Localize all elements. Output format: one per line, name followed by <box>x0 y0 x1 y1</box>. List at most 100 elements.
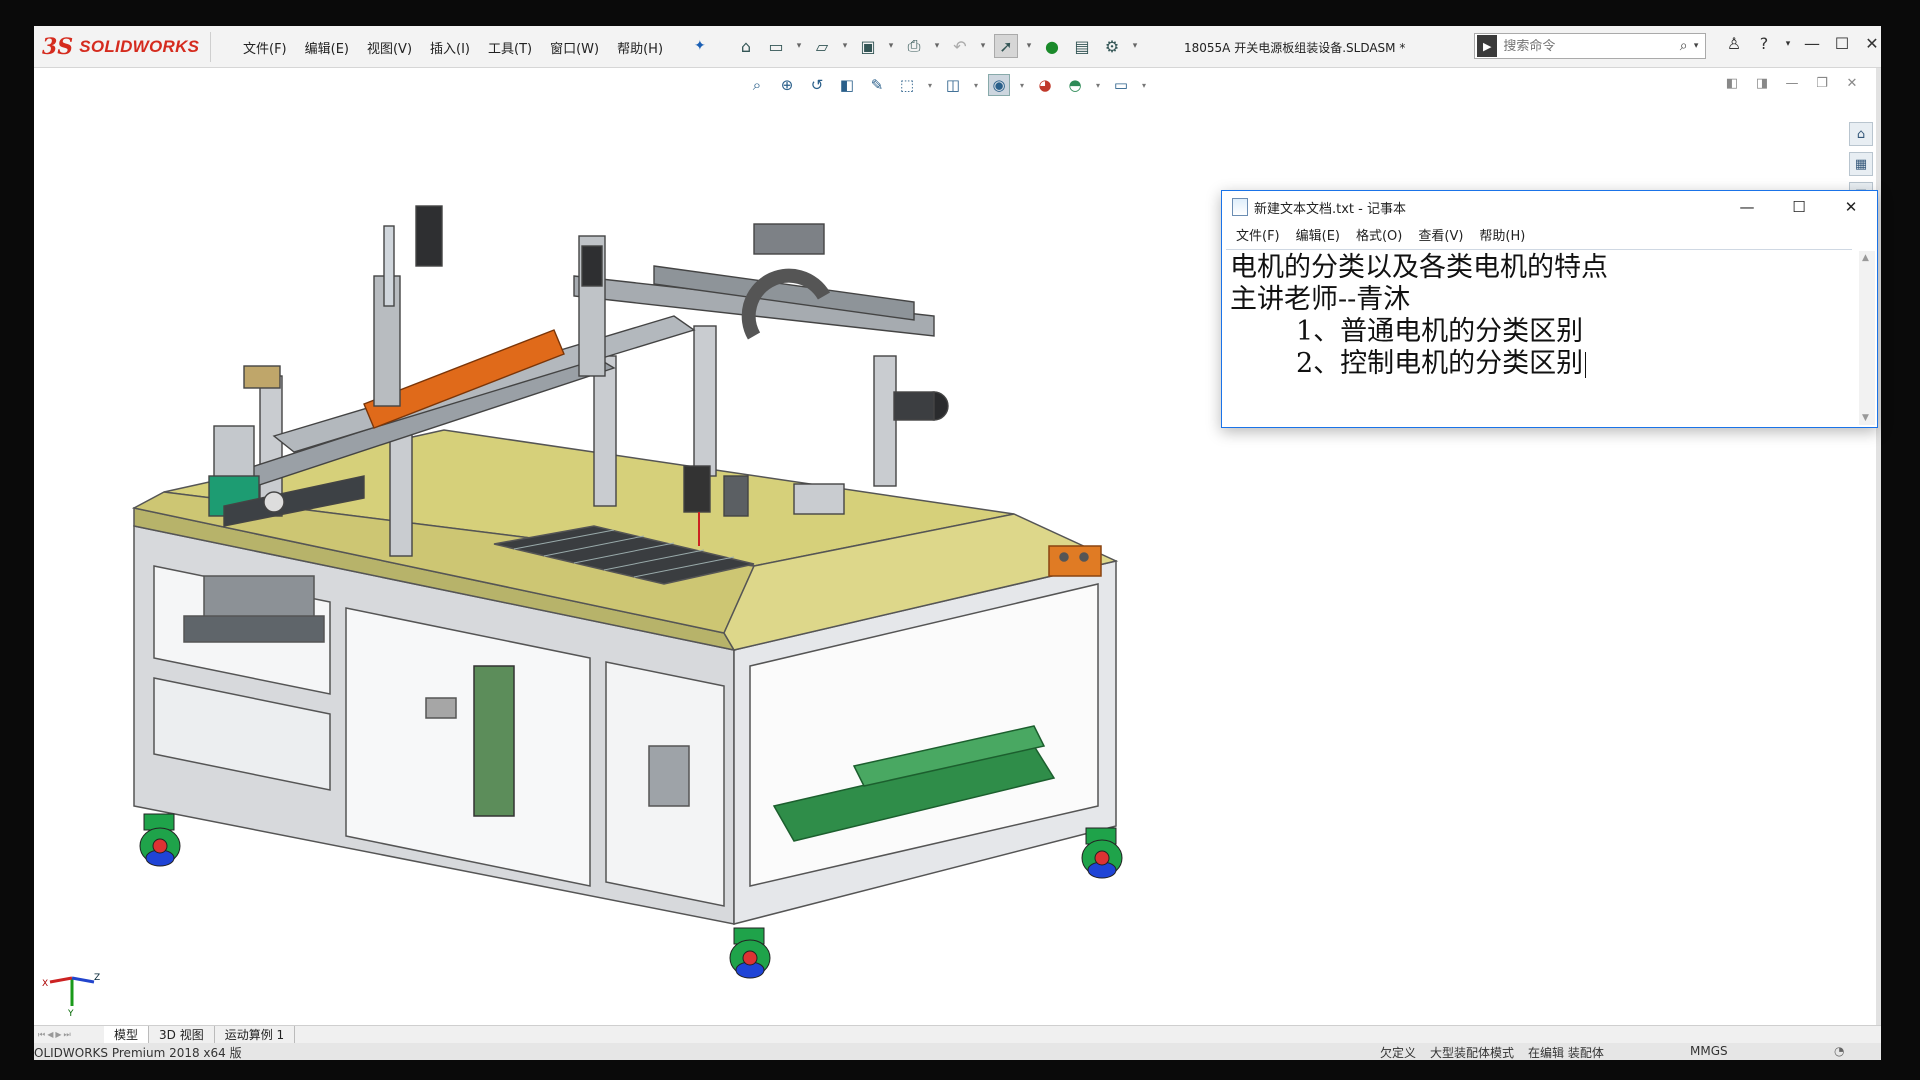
traffic-light-icon[interactable]: ● <box>1040 34 1064 58</box>
notepad-menu-help[interactable]: 帮助(H) <box>1471 223 1533 245</box>
notepad-scrollbar[interactable]: ▲ ▼ <box>1859 251 1875 425</box>
chevron-down-icon[interactable]: ▾ <box>886 34 896 58</box>
view-orientation-icon[interactable]: ⬚ <box>896 74 918 96</box>
view-settings-icon[interactable]: ▭ <box>1110 74 1132 96</box>
text-line: 2、控制电机的分类区别 <box>1296 348 1584 379</box>
undo-icon[interactable]: ↶ <box>948 34 972 58</box>
notepad-menu-edit[interactable]: 编辑(E) <box>1288 223 1348 245</box>
first-tab-icon[interactable]: ⏮ <box>38 1030 45 1040</box>
close-icon[interactable]: ✕ <box>1825 191 1877 223</box>
menu-view[interactable]: 视图(V) <box>358 36 421 59</box>
quick-tips-icon[interactable]: ◔ <box>1834 1044 1844 1058</box>
select-arrow-icon[interactable]: ➚ <box>994 34 1018 58</box>
design-library-icon[interactable]: ▦ <box>1849 152 1873 176</box>
notepad-menu-file[interactable]: 文件(F) <box>1228 223 1288 245</box>
open-folder-icon[interactable]: ▱ <box>810 34 834 58</box>
command-search-icon: ▶ <box>1477 35 1498 57</box>
chevron-down-icon[interactable]: ▾ <box>926 74 934 96</box>
chevron-down-icon[interactable]: ▾ <box>1024 34 1034 58</box>
product-version: OLIDWORKS Premium 2018 x64 版 <box>34 1046 242 1060</box>
chevron-down-icon[interactable]: ▾ <box>1140 74 1148 96</box>
solidworks-logo[interactable]: 3S SOLIDWORKS <box>42 31 210 63</box>
edit-appearance-icon[interactable]: ◕ <box>1034 74 1056 96</box>
scroll-up-icon[interactable]: ▲ <box>1862 253 1869 263</box>
caster-front-right <box>729 927 771 979</box>
restore-icon[interactable]: ❐ <box>1814 76 1830 91</box>
last-tab-icon[interactable]: ⏭ <box>64 1030 71 1040</box>
menu-edit[interactable]: 编辑(E) <box>296 36 358 59</box>
options-gear-icon[interactable]: ⚙ <box>1100 34 1124 58</box>
tab-3d-views[interactable]: 3D 视图 <box>149 1025 215 1044</box>
section-view-icon[interactable]: ◧ <box>836 74 858 96</box>
search-icon[interactable]: ⌕ <box>1673 38 1693 54</box>
search-input[interactable] <box>1497 38 1674 54</box>
previous-view-icon[interactable]: ↺ <box>806 74 828 96</box>
menu-insert[interactable]: 插入(I) <box>421 36 479 59</box>
menu-tools[interactable]: 工具(T) <box>479 36 541 59</box>
notepad-window[interactable]: 新建文本文档.txt - 记事本 — ☐ ✕ 文件(F) 编辑(E) 格式(O)… <box>1221 190 1878 428</box>
panel-right-icon[interactable]: ◨ <box>1754 76 1770 91</box>
text-line-with-caret: 2、控制电机的分类区别 <box>1230 348 1848 380</box>
chevron-down-icon[interactable]: ▾ <box>1130 34 1140 58</box>
menu-window[interactable]: 窗口(W) <box>541 36 608 59</box>
triad-z-label: Z <box>94 973 100 983</box>
chevron-down-icon[interactable]: ▾ <box>840 34 850 58</box>
minimize-icon[interactable]: — <box>1784 76 1800 91</box>
menu-file[interactable]: 文件(F) <box>234 36 296 59</box>
maximize-icon[interactable]: ☐ <box>1773 191 1825 223</box>
panel-left-icon[interactable]: ◧ <box>1724 76 1740 91</box>
home-icon[interactable]: ⌂ <box>734 34 758 58</box>
triad-y-label: Y <box>67 1009 74 1016</box>
menu-help[interactable]: 帮助(H) <box>608 36 672 59</box>
chevron-down-icon[interactable]: ▾ <box>1784 39 1792 49</box>
notepad-text-area[interactable]: 电机的分类以及各类电机的特点 主讲老师--青沐 1、普通电机的分类区别 2、控制… <box>1226 249 1852 425</box>
document-window-controls: ◧ ◨ — ❐ ✕ <box>1724 76 1860 91</box>
scroll-down-icon[interactable]: ▼ <box>1862 413 1869 423</box>
chevron-down-icon[interactable]: ▾ <box>1094 74 1102 96</box>
maximize-icon[interactable]: ☐ <box>1832 34 1852 53</box>
prev-tab-icon[interactable]: ◀ <box>47 1030 53 1040</box>
notepad-menu-view[interactable]: 查看(V) <box>1410 223 1471 245</box>
minimize-icon[interactable]: — <box>1721 191 1773 223</box>
text-line: 主讲老师--青沐 <box>1230 284 1411 315</box>
assembly-model[interactable] <box>34 106 1234 1026</box>
close-icon[interactable]: ✕ <box>1862 34 1881 53</box>
apply-scene-icon[interactable]: ◓ <box>1064 74 1086 96</box>
solidworks-logo-text: SOLIDWORKS <box>79 37 200 56</box>
model-tabs-bar: ⏮ ◀ ▶ ⏭ 模型 3D 视图 运动算例 1 <box>34 1025 1881 1044</box>
hide-show-icon[interactable]: ◉ <box>988 74 1010 96</box>
zoom-area-icon[interactable]: ⊕ <box>776 74 798 96</box>
new-document-icon[interactable]: ▭ <box>764 34 788 58</box>
tab-model[interactable]: 模型 <box>104 1025 150 1044</box>
dynamic-annotation-icon[interactable]: ✎ <box>866 74 888 96</box>
chevron-down-icon[interactable]: ▾ <box>1694 41 1705 51</box>
chevron-down-icon[interactable]: ▾ <box>932 34 942 58</box>
next-tab-icon[interactable]: ▶ <box>55 1030 61 1040</box>
notepad-menu-format[interactable]: 格式(O) <box>1348 223 1410 245</box>
heads-up-view-toolbar: ⌕ ⊕ ↺ ◧ ✎ ⬚ ▾ ◫ ▾ ◉ ▾ ◕ ◓ ▾ ▭ ▾ <box>746 74 1148 96</box>
chevron-down-icon[interactable]: ▾ <box>978 34 988 58</box>
help-icon[interactable]: ? <box>1754 34 1774 53</box>
user-icon[interactable]: ♙ <box>1724 34 1744 53</box>
standard-toolbar: ⌂ ▭ ▾ ▱ ▾ ▣ ▾ ⎙ ▾ ↶ ▾ ➚ ▾ ● ▤ ⚙ ▾ <box>734 34 1140 58</box>
chevron-down-icon[interactable]: ▾ <box>1018 74 1026 96</box>
document-title: 18055A 开关电源板组装设备.SLDASM * <box>1184 41 1406 55</box>
chevron-down-icon[interactable]: ▾ <box>794 34 804 58</box>
tab-motion-study[interactable]: 运动算例 1 <box>215 1025 296 1044</box>
close-icon[interactable]: ✕ <box>1844 76 1860 91</box>
display-style-icon[interactable]: ◫ <box>942 74 964 96</box>
search-commands-box[interactable]: ▶ ⌕ ▾ <box>1474 33 1706 59</box>
chevron-down-icon[interactable]: ▾ <box>972 74 980 96</box>
unit-system[interactable]: MMGS <box>1690 1044 1728 1058</box>
solidworks-resources-icon[interactable]: ⌂ <box>1849 122 1873 146</box>
pin-icon[interactable]: ✦ <box>694 38 706 54</box>
zoom-to-fit-icon[interactable]: ⌕ <box>746 74 768 96</box>
notepad-title: 新建文本文档.txt - 记事本 <box>1254 201 1406 217</box>
file-properties-icon[interactable]: ▤ <box>1070 34 1094 58</box>
print-icon[interactable]: ⎙ <box>902 34 926 58</box>
notepad-title-bar[interactable]: 新建文本文档.txt - 记事本 — ☐ ✕ <box>1222 191 1877 223</box>
text-caret <box>1585 351 1587 378</box>
minimize-icon[interactable]: — <box>1802 34 1822 53</box>
coordinate-triad: X Y Z <box>42 956 102 1019</box>
save-icon[interactable]: ▣ <box>856 34 880 58</box>
